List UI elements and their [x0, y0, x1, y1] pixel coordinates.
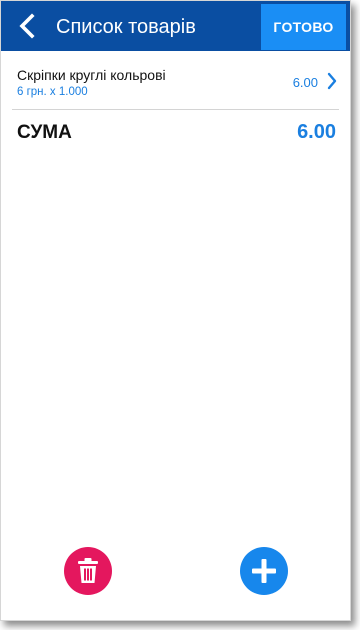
item-price-quantity: 6 грн. x 1.000 — [17, 86, 88, 98]
app-window: Список товарів ГОТОВО Скріпки круглі кол… — [0, 0, 351, 621]
chevron-left-icon — [19, 13, 35, 39]
total-value: 6.00 — [297, 121, 336, 143]
item-name: Скріпки круглі кольрові — [17, 67, 166, 83]
back-button[interactable] — [9, 7, 45, 45]
divider — [12, 109, 339, 110]
page-title: Список товарів — [56, 16, 196, 38]
done-button[interactable]: ГОТОВО — [261, 4, 346, 50]
plus-icon — [252, 559, 276, 583]
app-bar: Список товарів ГОТОВО — [1, 1, 350, 51]
delete-button[interactable] — [64, 547, 112, 595]
add-button[interactable] — [240, 547, 288, 595]
trash-icon — [78, 558, 98, 583]
item-total: 6.00 — [292, 75, 318, 90]
total-label: СУМА — [17, 122, 72, 143]
list-item[interactable]: Скріпки круглі кольрові 6 грн. x 1.000 6… — [1, 51, 350, 109]
chevron-right-icon — [327, 72, 337, 90]
